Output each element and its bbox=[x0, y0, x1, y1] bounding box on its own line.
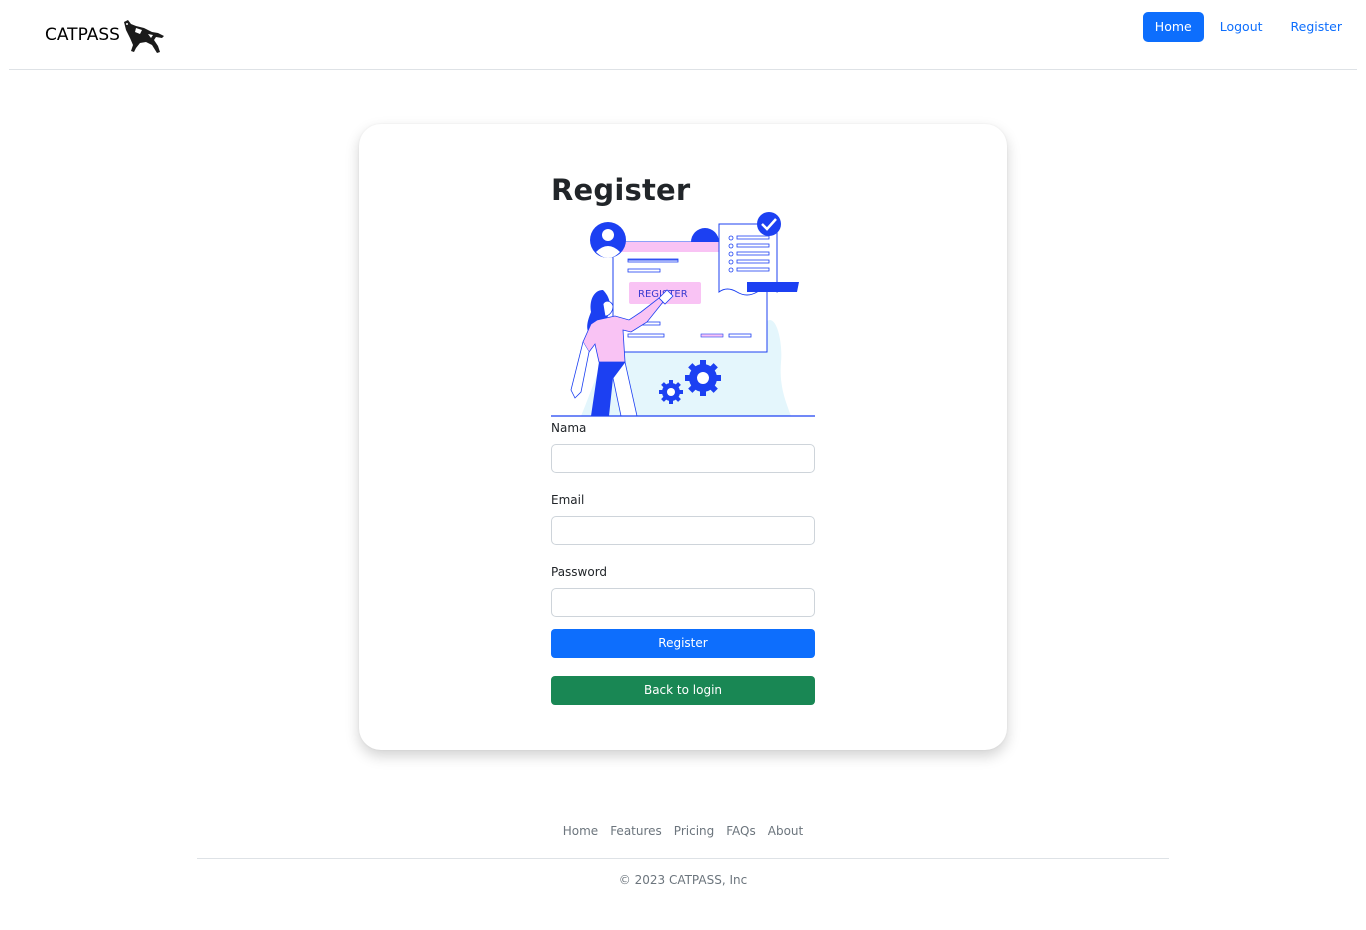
register-illustration: REGISTER bbox=[551, 212, 815, 417]
nav-logout-link[interactable]: Logout bbox=[1208, 12, 1275, 42]
nav-links: Home Logout Register bbox=[1139, 12, 1354, 42]
footer-link-home[interactable]: Home bbox=[557, 822, 604, 840]
back-to-login-button[interactable]: Back to login bbox=[551, 676, 815, 705]
copyright-text: © 2023 CATPASS, Inc bbox=[618, 873, 748, 887]
cat-logo-icon bbox=[123, 20, 164, 53]
footer-link-pricing[interactable]: Pricing bbox=[668, 822, 720, 840]
register-card: Register REGISTER bbox=[359, 124, 1007, 750]
nav-register-link[interactable]: Register bbox=[1279, 12, 1354, 42]
footer-divider bbox=[197, 858, 1169, 859]
footer-link-features[interactable]: Features bbox=[604, 822, 668, 840]
register-form: Register REGISTER bbox=[551, 170, 815, 705]
nav-home-link[interactable]: Home bbox=[1142, 12, 1204, 42]
page-title: Register bbox=[551, 173, 691, 207]
footer-nav: Home Features Pricing FAQs About bbox=[0, 822, 1366, 840]
email-label: Email bbox=[551, 493, 585, 507]
name-input[interactable] bbox=[551, 444, 815, 473]
email-input[interactable] bbox=[551, 516, 815, 545]
footer-link-faqs[interactable]: FAQs bbox=[720, 822, 762, 840]
register-button[interactable]: Register bbox=[551, 629, 815, 658]
name-label: Nama bbox=[551, 421, 587, 435]
brand-name: CATPASS bbox=[45, 25, 120, 45]
navbar: CATPASS Home Logout Register bbox=[9, 0, 1357, 70]
password-input[interactable] bbox=[551, 588, 815, 617]
password-label: Password bbox=[551, 565, 608, 579]
brand-logo[interactable]: CATPASS bbox=[45, 14, 166, 56]
footer-link-about[interactable]: About bbox=[762, 822, 809, 840]
